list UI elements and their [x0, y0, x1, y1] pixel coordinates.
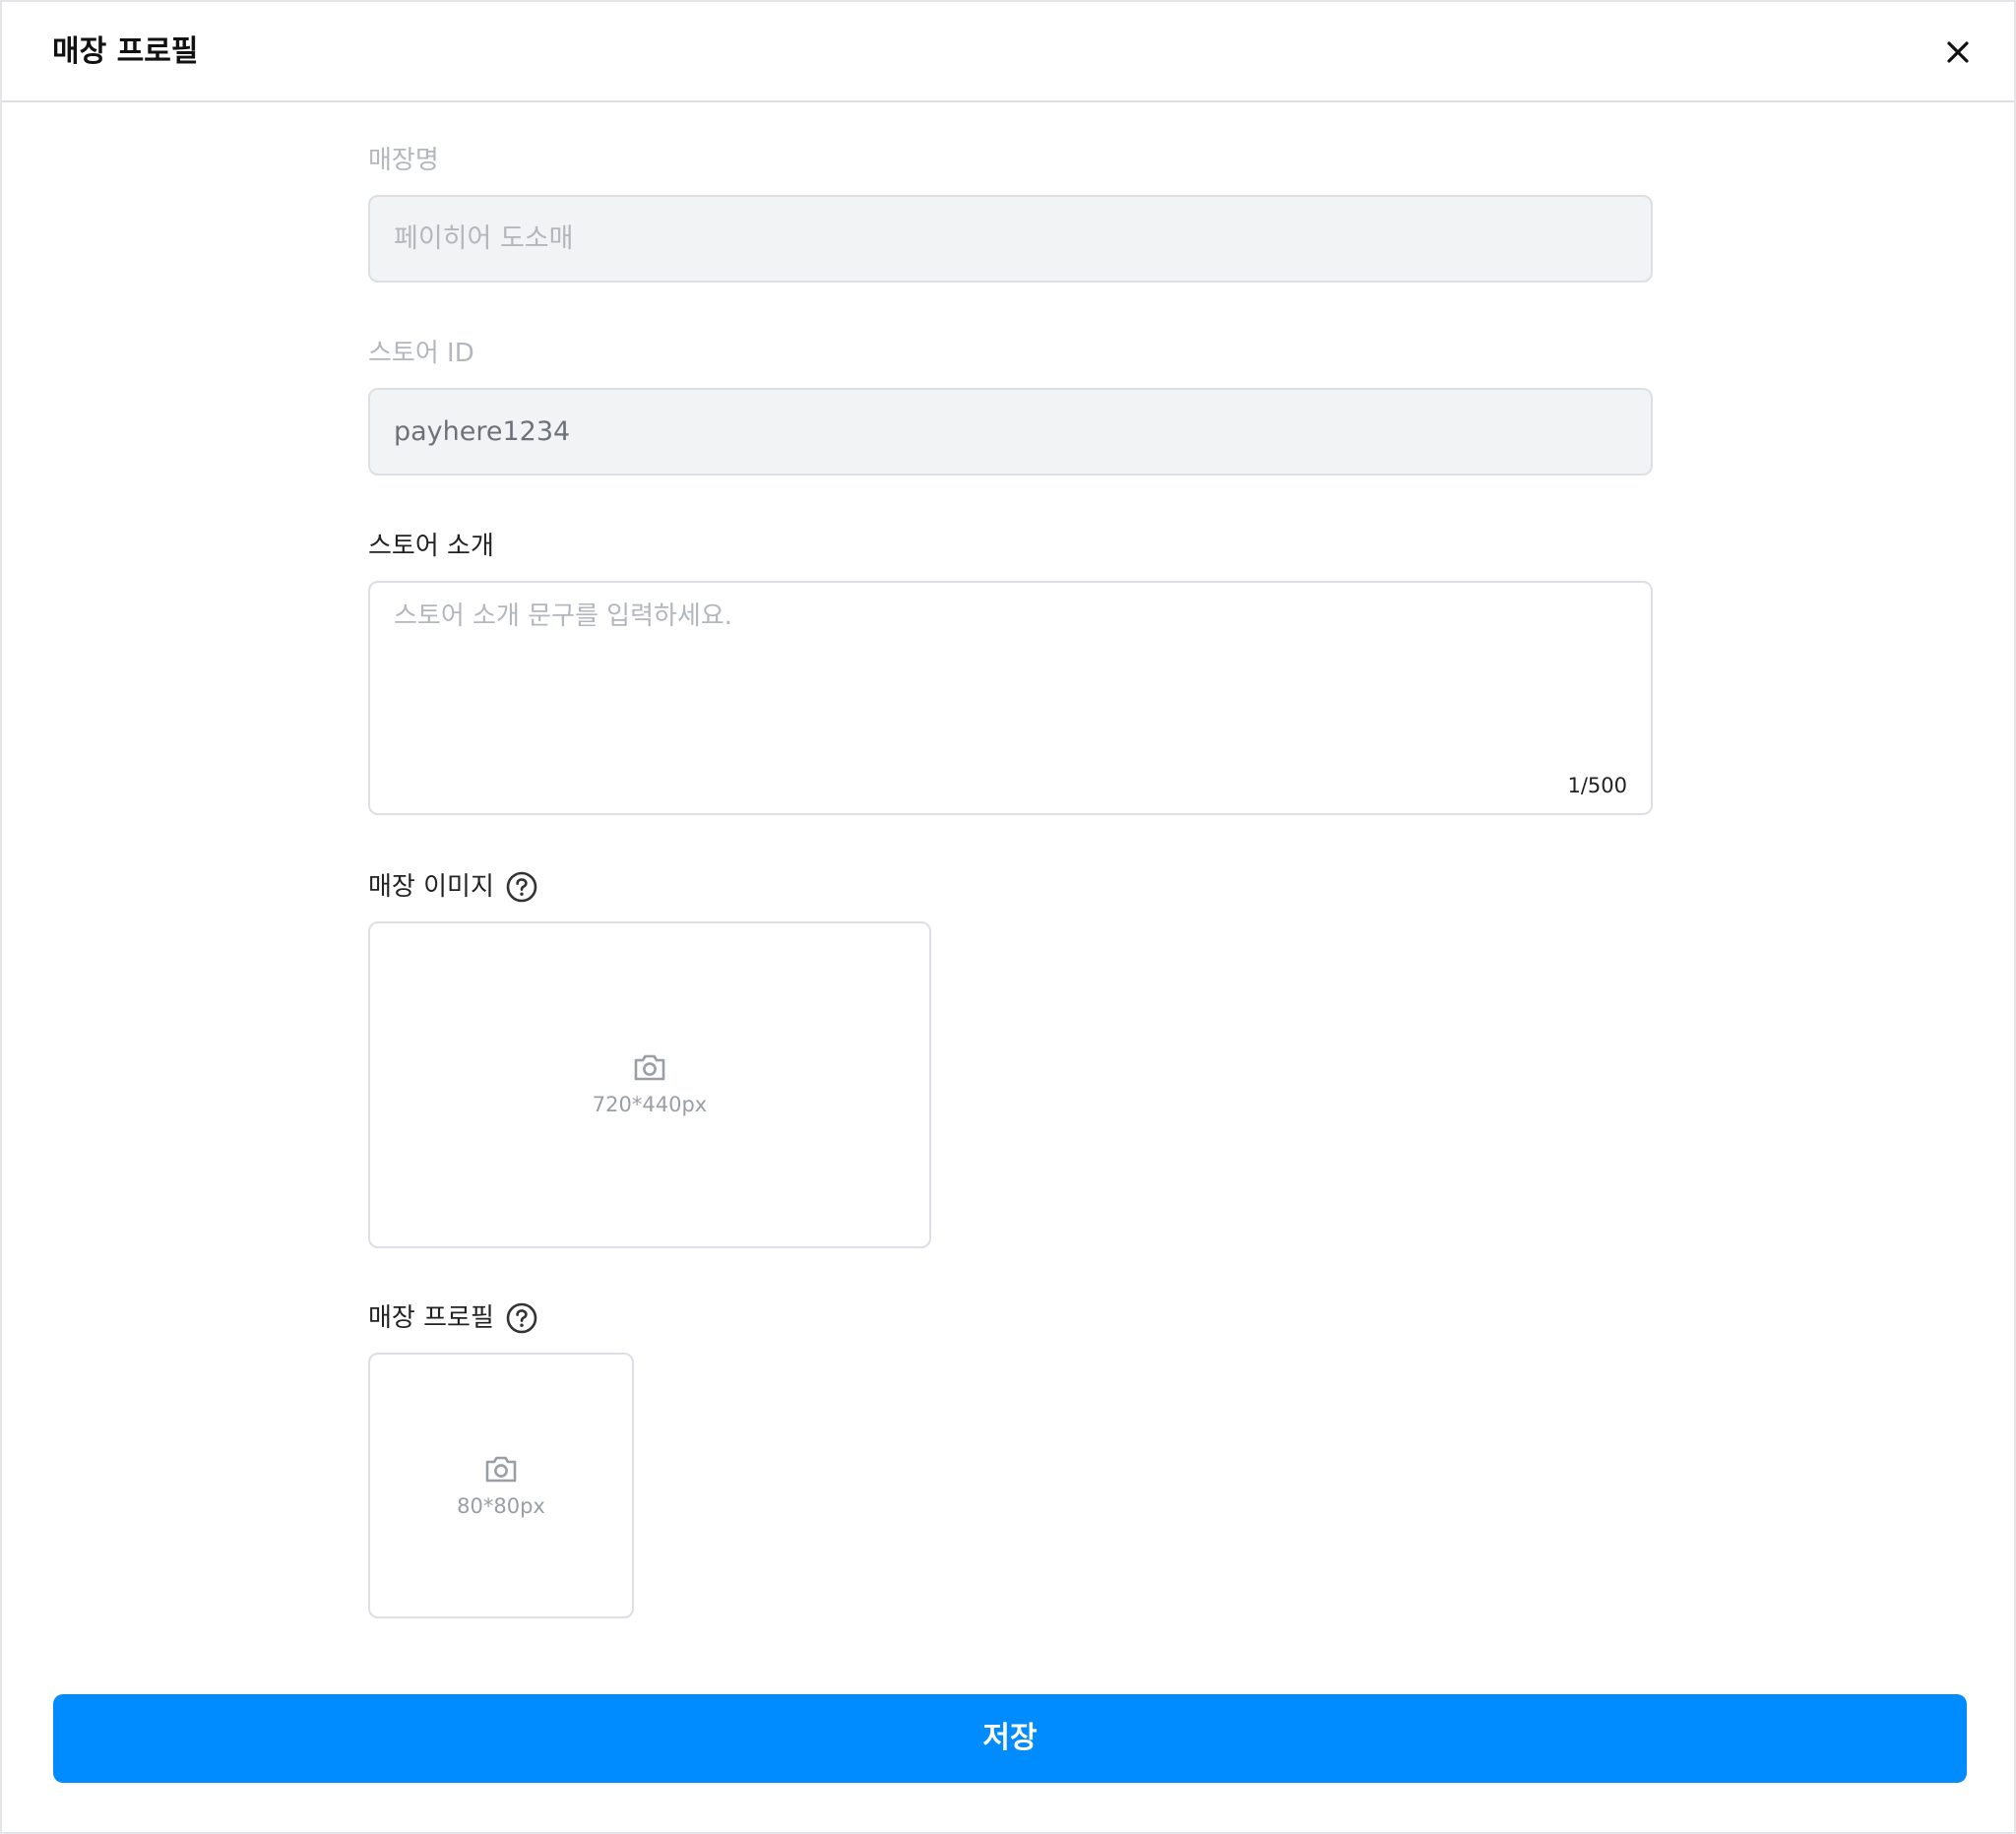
store-id-label: 스토어 ID [368, 339, 474, 368]
store-profile-help-icon[interactable] [506, 1302, 537, 1334]
store-intro-textarea[interactable]: 스토어 소개 문구를 입력하세요. 1/500 [368, 581, 1653, 815]
dialog-header: 매장 프로필 [2, 2, 2014, 102]
store-image-upload[interactable]: 720*440px [368, 921, 931, 1248]
store-profile-label: 매장 프로필 [368, 1303, 494, 1333]
store-intro-char-count: 1/500 [1567, 774, 1627, 797]
store-image-label: 매장 이미지 [368, 872, 494, 902]
camera-icon [634, 1054, 665, 1081]
store-image-size-hint: 720*440px [592, 1093, 708, 1116]
dialog-title: 매장 프로필 [52, 34, 199, 69]
close-button[interactable] [1937, 32, 1979, 73]
close-icon [1947, 41, 1969, 63]
store-id-input[interactable]: payhere1234 [368, 388, 1653, 475]
store-profile-dialog: 매장 프로필 매장명 페이히어 도소매 스토어 ID payhere1234 스… [0, 0, 2016, 1834]
store-image-help-icon[interactable] [506, 871, 537, 903]
store-intro-placeholder: 스토어 소개 문구를 입력하세요. [394, 601, 733, 631]
store-profile-upload[interactable]: 80*80px [368, 1353, 634, 1618]
store-profile-size-hint: 80*80px [457, 1494, 545, 1518]
save-button[interactable]: 저장 [53, 1694, 1967, 1783]
store-name-label: 매장명 [368, 146, 439, 175]
store-name-input[interactable]: 페이히어 도소매 [368, 195, 1653, 283]
store-intro-label: 스토어 소개 [368, 532, 494, 561]
camera-icon [485, 1456, 517, 1483]
